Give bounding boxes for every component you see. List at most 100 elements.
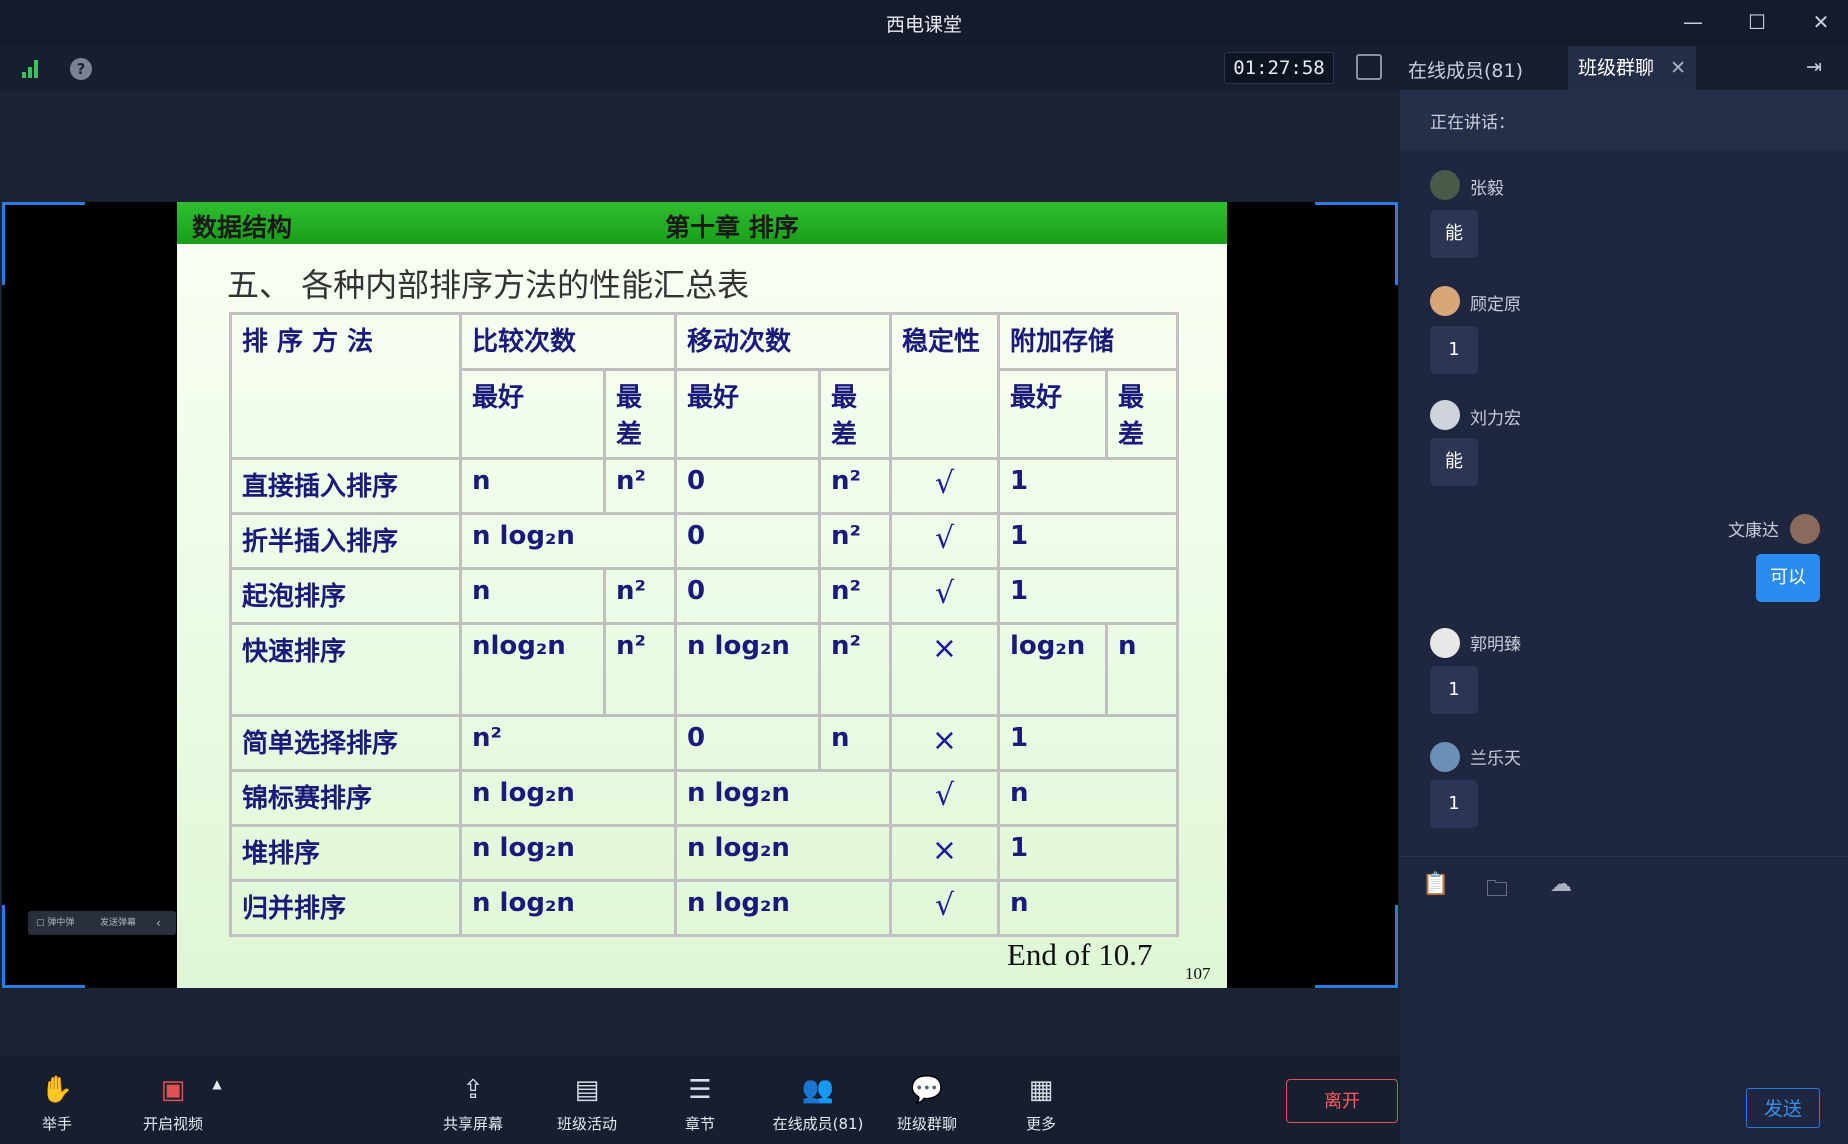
cell-stable: √ [889, 457, 1000, 515]
header-storage: 附加存储 [997, 312, 1179, 371]
header-compare: 比较次数 [459, 312, 677, 371]
message-bubble: 1 [1430, 666, 1478, 714]
cell: n² [603, 457, 677, 515]
slide-heading: 五、 各种内部排序方法的性能汇总表 [227, 266, 750, 304]
cell: 1 [997, 457, 1179, 515]
table-row: 起泡排序 n n² 0 n² √ 1 [229, 567, 1179, 625]
chapter-button[interactable]: ☰ 章节 [645, 1075, 755, 1134]
frame-corner [1315, 202, 1398, 285]
announcement-icon[interactable]: 📋 [1422, 872, 1449, 897]
table-row: 归并排序 n log₂n n log₂n √ n [229, 879, 1179, 937]
folder-icon[interactable]: 🗀 [1486, 872, 1508, 910]
cell: n² [603, 567, 677, 625]
danmu-send-button[interactable]: 发送弹幕 [100, 911, 136, 935]
tab-chat[interactable]: 班级群聊 ✕ [1568, 46, 1696, 90]
cell-stable: √ [889, 512, 1000, 570]
hand-icon: ✋ [40, 1075, 74, 1105]
cell: n log₂n [674, 622, 821, 717]
cell: 0 [674, 512, 821, 570]
cell: n log₂n [674, 879, 892, 937]
message-sender: 刘力宏 [1470, 409, 1521, 429]
danmu-collapse-icon[interactable]: ‹ [156, 911, 161, 935]
cell: n² [818, 567, 892, 625]
sort-performance-table: 排 序 方 法 比较次数 移动次数 稳定性 附加存储 最好 最差 最好 最差 最… [229, 312, 1179, 937]
members-button[interactable]: 👥 在线成员(81) [758, 1075, 878, 1134]
cell: 1 [997, 567, 1179, 625]
avatar [1430, 400, 1460, 430]
help-icon[interactable]: ? [70, 58, 92, 80]
slide-course-title: 数据结构 [192, 213, 293, 242]
cell: n log₂n [459, 879, 677, 937]
cell: log₂n [997, 622, 1108, 717]
frame-corner [2, 202, 85, 285]
chat-icon: 💬 [910, 1075, 944, 1105]
class-chat-label: 班级群聊 [896, 1115, 957, 1133]
class-chat-button[interactable]: 💬 班级群聊 [872, 1075, 982, 1134]
header-worst: 最差 [603, 368, 677, 460]
grid-icon: ▦ [1028, 1075, 1054, 1105]
cell-stable: × [889, 824, 1000, 882]
message-sender: 兰乐天 [1470, 749, 1521, 769]
danmu-toggle[interactable]: ▢ 弹中弹 [36, 911, 74, 935]
header-move: 移动次数 [674, 312, 892, 371]
cell: n² [818, 622, 892, 717]
avatar [1430, 628, 1460, 658]
cell: n [818, 714, 892, 772]
avatar [1790, 514, 1820, 544]
activity-icon: ▤ [574, 1075, 600, 1105]
message-bubble: 1 [1430, 780, 1478, 828]
slide-chapter-title: 第十章 排序 [665, 213, 799, 242]
row-name: 堆排序 [229, 824, 462, 882]
more-button[interactable]: ▦ 更多 [986, 1075, 1096, 1134]
tab-members[interactable]: 在线成员(81) [1408, 56, 1523, 83]
cell: 1 [997, 824, 1179, 882]
collapse-sidebar-icon[interactable]: ⇥ [1806, 56, 1822, 78]
slide: 数据结构 第十章 排序 五、 各种内部排序方法的性能汇总表 排 序 方 法 比较… [177, 202, 1227, 988]
cell-stable: √ [889, 769, 1000, 827]
cell-stable: × [889, 622, 1000, 717]
cell: n [997, 769, 1179, 827]
class-activity-button[interactable]: ▤ 班级活动 [532, 1075, 642, 1134]
avatar [1430, 170, 1460, 200]
table-row: 折半插入排序 n log₂n 0 n² √ 1 [229, 512, 1179, 570]
row-name: 直接插入排序 [229, 457, 462, 515]
row-name: 折半插入排序 [229, 512, 462, 570]
raise-hand-button[interactable]: ✋ 举手 [2, 1075, 112, 1134]
close-window-button[interactable]: ✕ [1806, 10, 1836, 34]
avatar [1430, 286, 1460, 316]
header-worst: 最差 [818, 368, 892, 460]
cell: n log₂n [459, 824, 677, 882]
message-bubble: 能 [1430, 210, 1478, 258]
share-screen-button[interactable]: ⇪ 共享屏幕 [418, 1075, 528, 1134]
close-tab-icon[interactable]: ✕ [1670, 57, 1686, 79]
row-name: 简单选择排序 [229, 714, 462, 772]
fullscreen-icon[interactable] [1356, 54, 1382, 80]
leave-button[interactable]: 离开 [1286, 1079, 1398, 1123]
cell-stable: √ [889, 879, 1000, 937]
signal-strength-icon [22, 60, 40, 78]
class-activity-label: 班级活动 [556, 1115, 617, 1133]
app-title: 西电课堂 [885, 14, 962, 36]
message-sender: 郭明臻 [1470, 635, 1521, 655]
send-button[interactable]: 发送 [1746, 1088, 1820, 1128]
video-options-chevron-icon[interactable]: ▲ [205, 1077, 229, 1091]
avatar [1430, 742, 1460, 772]
cell: 0 [674, 714, 821, 772]
slide-page-number: 107 [1185, 964, 1211, 983]
session-timer: 01:27:58 [1224, 52, 1334, 84]
bottom-toolbar: ✋ 举手 ▣ 开启视频 ▲ ⇪ 共享屏幕 ▤ 班级活动 ☰ 章节 👥 在线成员(… [0, 1055, 1400, 1144]
maximize-button[interactable]: ☐ [1742, 10, 1772, 34]
more-label: 更多 [1025, 1115, 1056, 1133]
cloud-icon[interactable]: ☁ [1550, 872, 1572, 897]
divider [1400, 856, 1848, 857]
cell: n [459, 457, 606, 515]
header-best: 最好 [459, 368, 606, 460]
cell: n log₂n [674, 769, 892, 827]
shared-screen: 数据结构 第十章 排序 五、 各种内部排序方法的性能汇总表 排 序 方 法 比较… [2, 202, 1398, 988]
members-icon: 👥 [801, 1075, 835, 1105]
minimize-button[interactable]: — [1678, 10, 1708, 34]
slide-header: 数据结构 第十章 排序 [177, 202, 1227, 244]
cell: n² [459, 714, 677, 772]
danmu-bar: ▢ 弹中弹 发送弹幕 ‹ [28, 911, 176, 935]
header-method: 排 序 方 法 [229, 312, 462, 460]
